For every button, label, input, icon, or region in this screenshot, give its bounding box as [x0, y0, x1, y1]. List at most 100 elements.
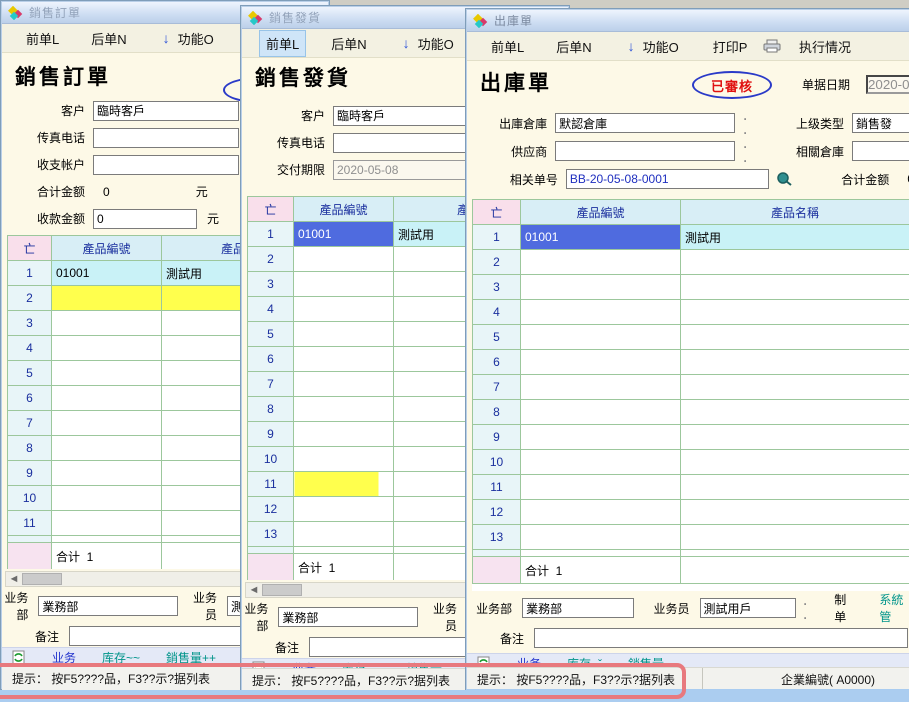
- menu-function[interactable]: 功能O: [412, 31, 460, 56]
- cell-product-code[interactable]: [52, 411, 162, 436]
- menu-prev[interactable]: 前单L: [260, 31, 305, 56]
- cell-product-code[interactable]: [294, 472, 394, 497]
- cell-product-code[interactable]: 01001: [294, 222, 394, 247]
- lookup-dots[interactable]: . .: [743, 109, 757, 137]
- cell-product-code[interactable]: [294, 497, 394, 522]
- scroll-thumb[interactable]: [22, 573, 62, 585]
- row-number[interactable]: 9: [248, 422, 294, 447]
- link-business[interactable]: 业务: [52, 649, 76, 666]
- cell-product-name[interactable]: [681, 275, 909, 300]
- cell-product-code[interactable]: [521, 500, 681, 525]
- row-number[interactable]: 6: [248, 347, 294, 372]
- cell-product-code[interactable]: 01001: [521, 225, 681, 250]
- cell-product-code[interactable]: [521, 325, 681, 350]
- row-number[interactable]: 7: [473, 375, 521, 400]
- row-number[interactable]: 5: [473, 325, 521, 350]
- cell-product-code[interactable]: [521, 475, 681, 500]
- row-number[interactable]: 1: [473, 225, 521, 250]
- row-number[interactable]: 11: [473, 475, 521, 500]
- row-number[interactable]: 4: [473, 300, 521, 325]
- deadline-input[interactable]: [333, 160, 479, 180]
- cell-product-code[interactable]: [52, 436, 162, 461]
- menu-print[interactable]: 打印P: [707, 34, 754, 59]
- row-number[interactable]: 5: [8, 361, 52, 386]
- cell-product-name[interactable]: [681, 500, 909, 525]
- cell-product-code[interactable]: [521, 375, 681, 400]
- cell-product-name[interactable]: [681, 250, 909, 275]
- cell-product-code[interactable]: [294, 297, 394, 322]
- cell-product-code[interactable]: [52, 461, 162, 486]
- row-number[interactable]: 3: [473, 275, 521, 300]
- menu-prev[interactable]: 前单L: [20, 26, 65, 51]
- menu-next[interactable]: 后单N: [550, 34, 597, 59]
- row-number[interactable]: 10: [8, 486, 52, 511]
- cell-product-code[interactable]: [294, 447, 394, 472]
- cell-product-code[interactable]: [521, 400, 681, 425]
- link-stock[interactable]: 库存~~: [102, 649, 140, 666]
- row-number[interactable]: 1: [8, 261, 52, 286]
- menu-function[interactable]: 功能O: [172, 26, 220, 51]
- row-number[interactable]: 1: [248, 222, 294, 247]
- refresh-doc-icon[interactable]: [12, 650, 26, 665]
- printer-icon[interactable]: [763, 39, 781, 53]
- row-number[interactable]: 3: [248, 272, 294, 297]
- magnifier-icon[interactable]: [775, 171, 793, 187]
- dept-input[interactable]: [278, 607, 418, 627]
- scroll-thumb[interactable]: [262, 584, 302, 596]
- rel-warehouse-input[interactable]: [852, 141, 909, 161]
- scroll-left-arrow-icon[interactable]: ◄: [246, 583, 262, 597]
- lookup-dots[interactable]: . .: [804, 594, 817, 622]
- cell-product-code[interactable]: [52, 486, 162, 511]
- warehouse-input[interactable]: [555, 113, 735, 133]
- cell-product-code[interactable]: [521, 525, 681, 550]
- agent-input[interactable]: [700, 598, 796, 618]
- cell-product-code[interactable]: [294, 422, 394, 447]
- row-number[interactable]: 3: [8, 311, 52, 336]
- cell-product-code[interactable]: [294, 247, 394, 272]
- cell-product-code[interactable]: [521, 250, 681, 275]
- row-number[interactable]: 10: [473, 450, 521, 475]
- row-number[interactable]: 11: [8, 511, 52, 536]
- ref-no-input[interactable]: [566, 169, 769, 189]
- cell-product-name[interactable]: [681, 475, 909, 500]
- row-number[interactable]: 7: [8, 411, 52, 436]
- fax-input[interactable]: [333, 133, 479, 153]
- cell-product-code[interactable]: [294, 397, 394, 422]
- row-number[interactable]: 12: [473, 500, 521, 525]
- row-number[interactable]: 13: [473, 525, 521, 550]
- cell-product-name[interactable]: [681, 425, 909, 450]
- row-number[interactable]: 4: [248, 297, 294, 322]
- cell-product-code[interactable]: [521, 350, 681, 375]
- supplier-input[interactable]: [555, 141, 735, 161]
- row-number[interactable]: 11: [248, 472, 294, 497]
- menu-next[interactable]: 后单N: [85, 26, 132, 51]
- row-number[interactable]: 8: [8, 436, 52, 461]
- row-number[interactable]: 6: [8, 386, 52, 411]
- cell-product-name[interactable]: 測試用: [681, 225, 909, 250]
- cell-product-name[interactable]: [681, 450, 909, 475]
- cell-product-code[interactable]: [521, 275, 681, 300]
- row-number[interactable]: 9: [473, 425, 521, 450]
- note-input[interactable]: [534, 628, 908, 648]
- cell-product-code[interactable]: [294, 522, 394, 547]
- row-number[interactable]: 8: [473, 400, 521, 425]
- cell-product-name[interactable]: [681, 375, 909, 400]
- dept-input[interactable]: [522, 598, 634, 618]
- row-number[interactable]: 2: [473, 250, 521, 275]
- customer-input[interactable]: [333, 106, 479, 126]
- cell-product-code[interactable]: [52, 336, 162, 361]
- link-sales-qty[interactable]: 銷售量++: [166, 649, 216, 666]
- cell-product-code[interactable]: 01001: [52, 261, 162, 286]
- parent-type-input[interactable]: [852, 113, 909, 133]
- row-number[interactable]: 8: [248, 397, 294, 422]
- cell-product-code[interactable]: [52, 361, 162, 386]
- lookup-dots[interactable]: . .: [743, 137, 757, 165]
- doc-date-input[interactable]: [866, 75, 909, 94]
- customer-input[interactable]: [93, 101, 239, 121]
- row-number[interactable]: 2: [248, 247, 294, 272]
- cell-product-code[interactable]: [294, 272, 394, 297]
- cell-product-code[interactable]: [52, 286, 162, 311]
- cell-product-code[interactable]: [521, 450, 681, 475]
- menu-function[interactable]: 功能O: [637, 34, 685, 59]
- fax-input[interactable]: [93, 128, 239, 148]
